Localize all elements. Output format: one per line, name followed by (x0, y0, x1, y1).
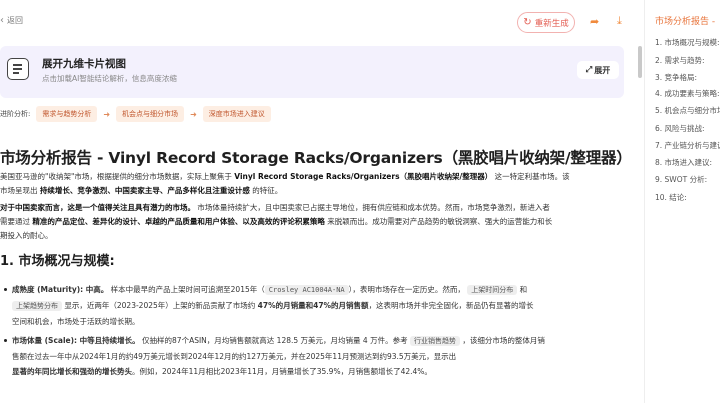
toc-item[interactable]: 9. SWOT 分析: (655, 174, 707, 185)
download-icon[interactable]: ⤓ (617, 14, 622, 28)
back-button[interactable]: ‹ 返回 (0, 15, 23, 26)
section-heading-market-overview: 1. 市场概况与规模: (0, 254, 115, 269)
product-tag[interactable]: Crosley AC1004A-NA (264, 285, 349, 295)
advice-text-4: 期投入的耐心。 (0, 231, 53, 240)
document-icon (7, 58, 29, 80)
volume-head: 市场体量 (Scale): 中等且持续增长。 (12, 336, 140, 345)
maturity-text-2: ），表明市场存在一定历史。然而， (348, 285, 465, 294)
intro-paragraph: 美国亚马逊的"收纳架"市场，根据提供的细分市场数据，实际上聚焦于 Vinyl R… (0, 170, 632, 198)
intro-bold-2: 持续增长、竞争激烈、中国卖家主导、产品多样化且注重设计感 (39, 186, 250, 195)
toc-item[interactable]: 4. 成功要素与策略: (655, 88, 720, 99)
expand-button[interactable]: ⤢ 展开 (577, 61, 619, 79)
listing-trend-tag[interactable]: 上架趋势分布 (12, 301, 62, 311)
maturity-text-5: ，这表明市场并非完全固化，新品仍有显著的增长 (368, 301, 534, 310)
toc-sidebar: 市场分析报告 - 1. 市场概况与规模: 2. 需求与趋势: 3. 竞争格局: … (644, 0, 720, 403)
nine-dimension-card[interactable]: 展开九维卡片视图 点击加载AI智能结论解析，信息高度浓缩 ⤢ 展开 (0, 46, 624, 98)
toc-item[interactable]: 10. 结论: (655, 192, 687, 203)
maturity-text: 样本中最早的产品上架时间可追溯至2015年（ (108, 285, 265, 294)
card-subtitle: 点击加载AI智能结论解析，信息高度浓缩 (42, 74, 177, 83)
listing-time-tag[interactable]: 上架时间分布 (467, 285, 518, 295)
main-content: ‹ 返回 ↻ 重新生成 ➦ ⤓ 展开九维卡片视图 点击加载AI智能结论解析，信息… (0, 0, 644, 403)
chip-opportunity[interactable]: 机会点与细分市场 (116, 106, 185, 122)
advice-bold: 对于中国卖家而言，这是一个值得关注且具有潜力的市场。 (0, 203, 195, 212)
intro-text: 美国亚马逊的"收纳架"市场，根据提供的细分市场数据，实际上聚焦于 (0, 172, 235, 181)
bullet-dot (4, 288, 7, 291)
toc-item[interactable]: 2. 需求与趋势: (655, 55, 705, 66)
toc-title[interactable]: 市场分析报告 - (655, 14, 715, 27)
chevron-left-icon: ‹ (0, 15, 4, 26)
regenerate-label: 重新生成 (534, 18, 569, 29)
intro-text-2: 市场呈现出 (0, 186, 40, 195)
volume-bold: 显著的年同比增长和强劲的增长势头 (12, 367, 132, 376)
advice-text-3: 来脱颖而出。成功需要对产品趋势的敏锐洞察、强大的运营能力和长 (324, 217, 553, 226)
intro-bold: Vinyl Record Storage Racks/Organizers（黑胶… (234, 172, 493, 181)
arrow-right-icon: ➜ (190, 109, 197, 119)
toc-item[interactable]: 1. 市场概况与规模: (655, 37, 720, 48)
report-title: 市场分析报告 - Vinyl Record Storage Racks/Orga… (0, 149, 632, 167)
maturity-bold: 47%的月销量和47%的月销售额 (257, 301, 369, 310)
analysis-label: 进阶分析: (0, 110, 31, 118)
list-item-volume: 市场体量 (Scale): 中等且持续增长。 仅抽样的87个ASIN，月均销售额… (0, 333, 632, 379)
expand-arrows-icon: ⤢ (585, 65, 593, 74)
refresh-icon: ↻ (523, 17, 532, 28)
bullet-dot (4, 339, 7, 342)
volume-text-3: 售额在过去一年中从2024年1月的约49万美元增长到2024年12月的约127万… (12, 352, 457, 361)
intro-tail: 这一特定利基市场。该 (492, 172, 570, 181)
maturity-text-6: 空间和机会，市场处于活跃的增长期。 (12, 317, 140, 326)
toc-item[interactable]: 5. 机会点与细分市场: (655, 105, 720, 116)
advice-paragraph: 对于中国卖家而言，这是一个值得关注且具有潜力的市场。 市场体量持续扩大，且中国卖… (0, 201, 632, 243)
advice-text-2: 需要通过 (0, 217, 33, 226)
regenerate-button[interactable]: ↻ 重新生成 (517, 12, 575, 33)
maturity-head: 成熟度 (Maturity): 中高。 (12, 285, 109, 294)
toc-item[interactable]: 6. 风险与挑战: (655, 123, 705, 134)
list-item-maturity: 成熟度 (Maturity): 中高。 样本中最早的产品上架时间可追溯至2015… (0, 282, 632, 329)
arrow-right-icon: ➜ (103, 109, 111, 119)
top-bar: ‹ 返回 ↻ 重新生成 ➦ ⤓ (0, 0, 644, 44)
industry-trend-tag[interactable]: 行业销售趋势 (409, 336, 460, 346)
volume-text-4: 。例如，2024年11月相比2023年11月，月销量增长了35.9%，月销售额增… (132, 367, 432, 376)
chip-market-entry[interactable]: 深度市场进入建议 (202, 106, 271, 122)
maturity-text-4: 显示，近两年（2023-2025年）上架的新品贡献了市场约 (62, 301, 258, 310)
advice-text: 市场体量持续扩大，且中国卖家已占据主导地位，拥有供应链和成本优势。然而，市场竞争… (195, 203, 550, 212)
intro-tail-2: 的特征。 (249, 186, 283, 195)
expand-label: 展开 (594, 65, 611, 75)
volume-text-2: ，该细分市场的整体月销 (459, 336, 545, 345)
volume-text: 仅抽样的87个ASIN，月均销售额就高达 128.5 万美元，月均销量 4 万件… (139, 336, 410, 345)
toc-item[interactable]: 7. 产业链分析与建议: (655, 140, 720, 151)
advice-bold-2: 精准的产品定位、差异化的设计、卓越的产品质量和用户体验、以及高效的评论积累策略 (32, 217, 325, 226)
toc-item[interactable]: 8. 市场进入建议: (655, 157, 712, 168)
toc-item[interactable]: 3. 竞争格局: (655, 72, 697, 83)
chip-demand-trend[interactable]: 需求与趋势分析 (36, 106, 98, 122)
card-title: 展开九维卡片视图 (42, 58, 126, 70)
back-label: 返回 (7, 16, 23, 25)
maturity-text-3: 和 (517, 285, 528, 294)
share-icon[interactable]: ➦ (590, 15, 599, 28)
scrollbar-thumb[interactable] (638, 46, 642, 78)
advanced-analysis-row: 进阶分析: 需求与趋势分析 ➜ 机会点与细分市场 ➜ 深度市场进入建议 (0, 106, 271, 122)
